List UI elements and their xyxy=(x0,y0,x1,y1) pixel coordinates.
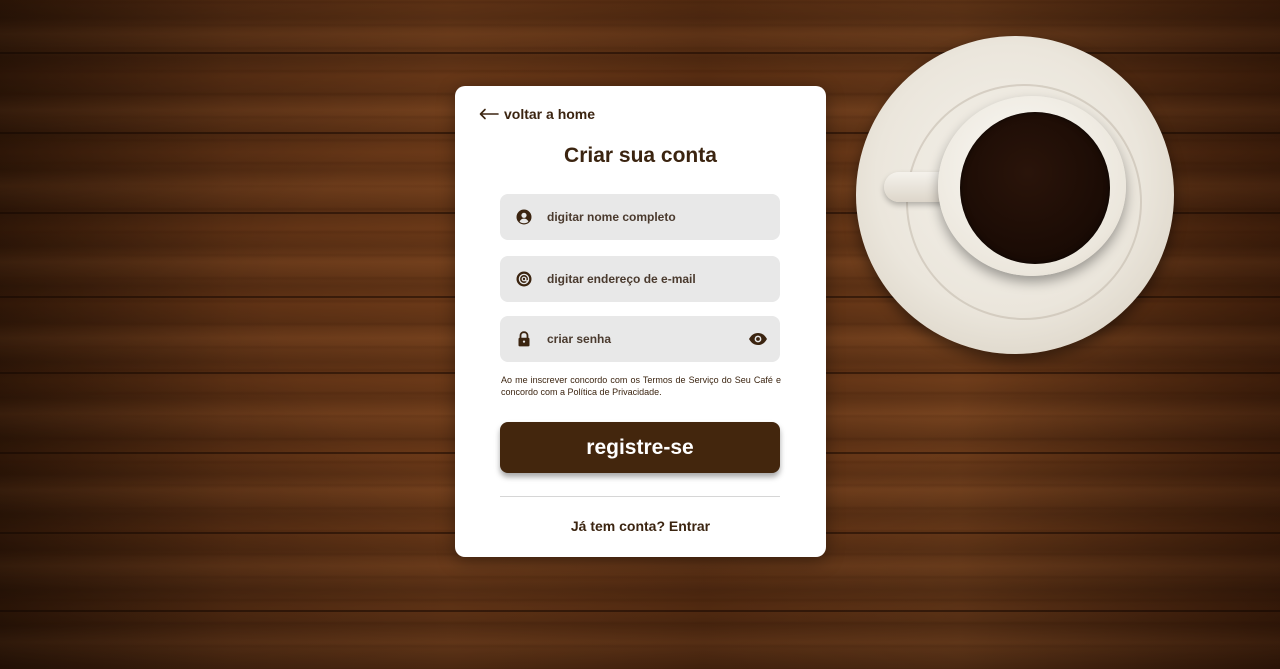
terms-suffix: . xyxy=(659,387,662,397)
page-title: Criar sua conta xyxy=(564,144,717,167)
terms-of-service-link[interactable]: Termos de Serviço xyxy=(643,375,719,385)
register-button[interactable]: registre-se xyxy=(500,422,780,473)
email-field xyxy=(500,256,780,302)
terms-prefix: Ao me inscrever concordo com os xyxy=(501,375,643,385)
coffee xyxy=(960,112,1110,264)
privacy-policy-link[interactable]: Política de Privacidade xyxy=(568,387,660,397)
back-to-home-link[interactable]: voltar a home xyxy=(479,106,595,122)
name-input[interactable] xyxy=(547,210,737,224)
terms-text: Ao me inscrever concordo com os Termos d… xyxy=(501,374,781,398)
login-link[interactable]: Já tem conta? Entrar xyxy=(455,518,826,534)
arrow-left-icon xyxy=(479,108,499,120)
name-field xyxy=(500,194,780,240)
signup-card: voltar a home Criar sua conta digitar no… xyxy=(455,86,826,557)
divider xyxy=(500,496,780,497)
lock-icon xyxy=(516,331,532,347)
user-icon xyxy=(516,209,532,225)
email-input[interactable] xyxy=(547,272,737,286)
password-field xyxy=(500,316,780,362)
back-link-label: voltar a home xyxy=(504,106,596,122)
at-sign-icon xyxy=(516,271,532,287)
eye-icon[interactable] xyxy=(748,330,768,348)
password-input[interactable] xyxy=(547,332,737,346)
